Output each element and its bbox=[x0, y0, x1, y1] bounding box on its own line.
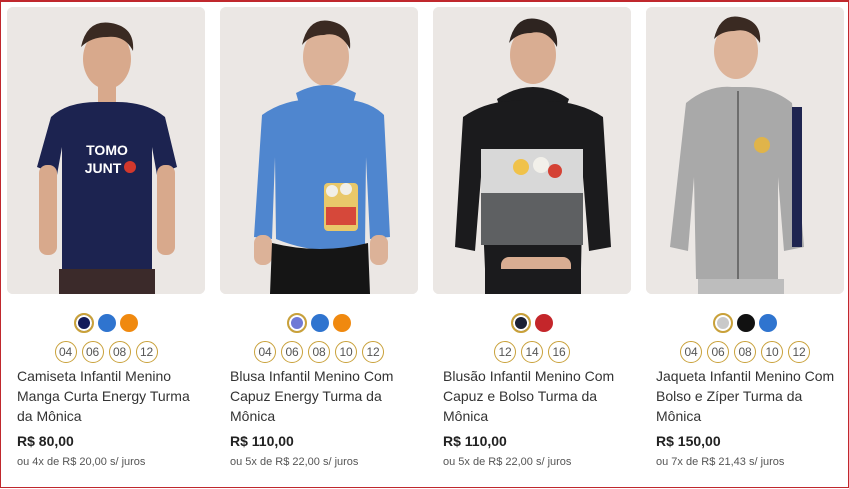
size-option[interactable]: 06 bbox=[281, 341, 303, 363]
product-card[interactable]: 04 06 08 10 12 Jaqueta Infantil Menino C… bbox=[646, 7, 844, 468]
size-option[interactable]: 10 bbox=[761, 341, 783, 363]
size-option[interactable]: 12 bbox=[788, 341, 810, 363]
product-name[interactable]: Blusa Infantil Menino Com Capuz Energy T… bbox=[220, 366, 415, 426]
product-image[interactable]: TOMO JUNT bbox=[7, 7, 205, 294]
size-options: 04 06 08 12 bbox=[7, 341, 205, 363]
product-card[interactable]: 12 14 16 Blusão Infantil Menino Com Capu… bbox=[433, 7, 631, 468]
color-swatch[interactable] bbox=[98, 314, 116, 332]
color-swatch[interactable] bbox=[737, 314, 755, 332]
product-image[interactable] bbox=[433, 7, 631, 294]
size-options: 12 14 16 bbox=[433, 341, 631, 363]
size-option[interactable]: 12 bbox=[135, 341, 158, 363]
size-option[interactable]: 04 bbox=[254, 341, 276, 363]
size-option[interactable]: 06 bbox=[81, 341, 104, 363]
product-price: R$ 150,00 bbox=[656, 433, 721, 449]
color-swatches bbox=[433, 313, 631, 336]
product-name[interactable]: Jaqueta Infantil Menino Com Bolso e Zípe… bbox=[646, 366, 841, 426]
product-card[interactable]: 04 06 08 10 12 Blusa Infantil Menino Com… bbox=[220, 7, 418, 468]
size-option[interactable]: 08 bbox=[308, 341, 330, 363]
color-swatches bbox=[7, 313, 205, 336]
size-option[interactable]: 14 bbox=[521, 341, 543, 363]
color-swatch[interactable] bbox=[120, 314, 138, 332]
product-card[interactable]: TOMO JUNT 04 06 08 12 Camiseta Infantil … bbox=[7, 7, 205, 468]
color-swatch[interactable] bbox=[287, 313, 307, 333]
size-option[interactable]: 06 bbox=[707, 341, 729, 363]
color-swatches bbox=[220, 313, 418, 336]
size-option[interactable]: 04 bbox=[680, 341, 702, 363]
installments-text: ou 5x de R$ 22,00 s/ juros bbox=[443, 456, 572, 468]
size-options: 04 06 08 10 12 bbox=[220, 341, 418, 363]
product-image[interactable] bbox=[220, 7, 418, 294]
size-option[interactable]: 16 bbox=[548, 341, 570, 363]
svg-text:TOMO: TOMO bbox=[86, 142, 128, 158]
size-option[interactable]: 10 bbox=[335, 341, 357, 363]
color-swatch[interactable] bbox=[74, 313, 94, 333]
color-swatch[interactable] bbox=[333, 314, 351, 332]
color-swatch[interactable] bbox=[511, 313, 531, 333]
size-option[interactable]: 12 bbox=[362, 341, 384, 363]
product-name[interactable]: Camiseta Infantil Menino Manga Curta Ene… bbox=[7, 366, 202, 426]
installments-text: ou 5x de R$ 22,00 s/ juros bbox=[230, 456, 359, 468]
product-price: R$ 110,00 bbox=[443, 433, 507, 449]
color-swatch[interactable] bbox=[311, 314, 329, 332]
product-name[interactable]: Blusão Infantil Menino Com Capuz e Bolso… bbox=[433, 366, 628, 426]
size-option[interactable]: 08 bbox=[734, 341, 756, 363]
color-swatch[interactable] bbox=[535, 314, 553, 332]
installments-text: ou 4x de R$ 20,00 s/ juros bbox=[17, 456, 146, 468]
size-option[interactable]: 12 bbox=[494, 341, 516, 363]
size-option[interactable]: 04 bbox=[54, 341, 77, 363]
installments-text: ou 7x de R$ 21,43 s/ juros bbox=[656, 456, 785, 468]
color-swatch[interactable] bbox=[713, 313, 733, 333]
svg-text:JUNT: JUNT bbox=[85, 160, 122, 176]
product-image[interactable] bbox=[646, 7, 844, 294]
product-price: R$ 80,00 bbox=[17, 433, 74, 449]
size-option[interactable]: 08 bbox=[108, 341, 131, 363]
product-price: R$ 110,00 bbox=[230, 433, 294, 449]
color-swatch[interactable] bbox=[759, 314, 777, 332]
color-swatches bbox=[646, 313, 844, 336]
size-options: 04 06 08 10 12 bbox=[646, 341, 844, 363]
